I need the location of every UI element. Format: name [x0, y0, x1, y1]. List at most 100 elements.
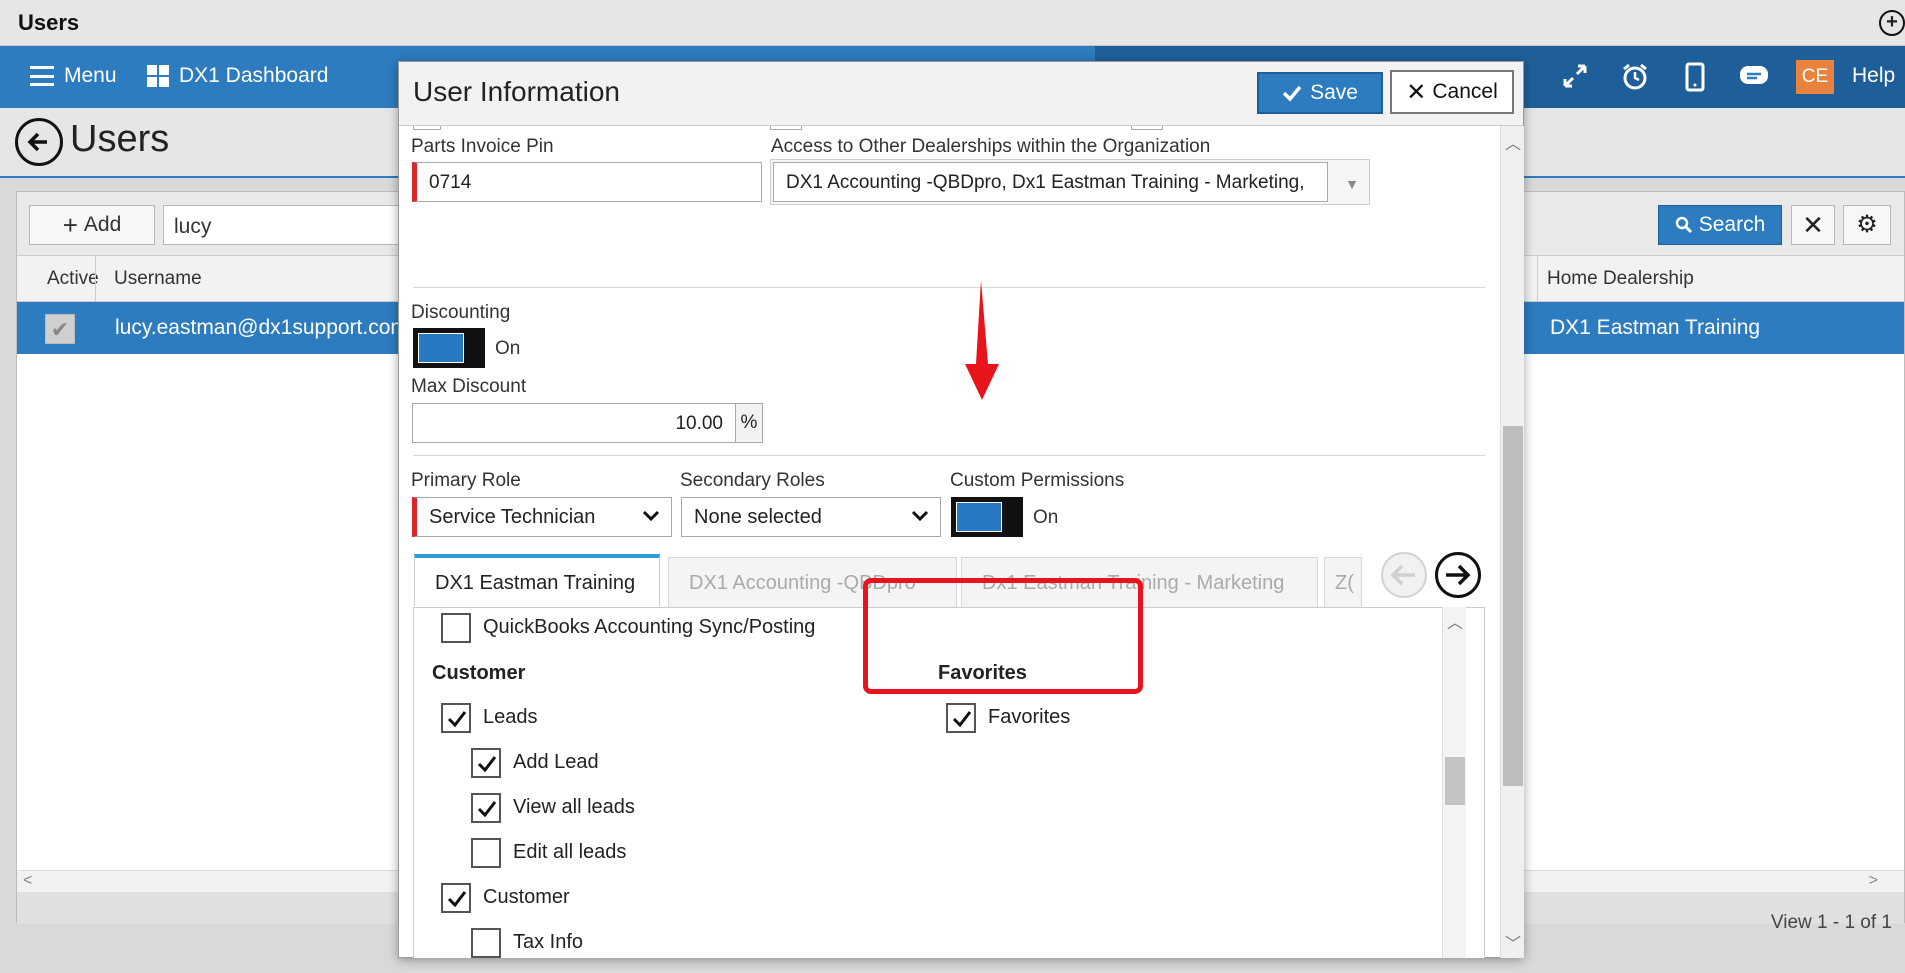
- clear-search-button[interactable]: ✕: [1791, 205, 1835, 245]
- column-divider: [1537, 256, 1538, 302]
- view-all-leads-checkbox[interactable]: [471, 793, 501, 823]
- chat-icon[interactable]: [1738, 62, 1768, 92]
- active-checkbox: ✔: [45, 314, 75, 344]
- tab-more[interactable]: Z(: [1324, 557, 1362, 609]
- dialog-header: User Information Save ✕ Cancel: [399, 62, 1523, 126]
- tab-prev-button[interactable]: [1381, 552, 1427, 598]
- expand-icon[interactable]: [1560, 62, 1590, 92]
- plus-icon: +: [62, 209, 78, 240]
- quickbooks-checkbox[interactable]: [441, 613, 471, 643]
- back-arrow-icon[interactable]: [15, 118, 63, 166]
- secondary-roles-select[interactable]: None selected: [681, 497, 941, 537]
- tab-next-button[interactable]: [1435, 552, 1481, 598]
- max-discount-label: Max Discount: [411, 376, 527, 397]
- custom-permissions-toggle[interactable]: [951, 497, 1023, 537]
- close-icon: ✕: [1406, 78, 1427, 106]
- clipped-control: [413, 126, 441, 130]
- check-icon: [447, 711, 467, 728]
- window-titlebar: Users +: [0, 0, 1905, 46]
- annotation-highlight-box: [863, 578, 1143, 694]
- secondary-roles-label: Secondary Roles: [680, 470, 825, 491]
- dashboard-link[interactable]: DX1 Dashboard: [147, 64, 328, 88]
- chevron-down-icon: [911, 510, 929, 522]
- add-tab-icon[interactable]: +: [1879, 10, 1905, 36]
- divider: [413, 455, 1485, 456]
- add-user-button[interactable]: + Add: [29, 205, 155, 245]
- menu-button[interactable]: Menu: [30, 64, 117, 88]
- scroll-up-icon[interactable]: ︿: [1447, 609, 1463, 633]
- column-username[interactable]: Username: [114, 268, 202, 290]
- percent-addon: %: [735, 403, 763, 443]
- check-icon: [952, 711, 972, 728]
- custom-permissions-state: On: [1033, 507, 1059, 528]
- favorites-checkbox[interactable]: [946, 703, 976, 733]
- parts-pin-input[interactable]: 0714: [412, 162, 762, 202]
- custom-permissions-label: Custom Permissions: [950, 470, 1125, 491]
- access-dealerships-select[interactable]: DX1 Accounting -QBDpro, Dx1 Eastman Trai…: [770, 159, 1370, 205]
- divider: [413, 287, 1485, 288]
- search-button[interactable]: Search: [1658, 205, 1782, 245]
- grid-settings-button[interactable]: ⚙: [1843, 205, 1891, 245]
- leads-checkbox[interactable]: [441, 703, 471, 733]
- add-label: Add: [83, 213, 122, 236]
- primary-role-value: Service Technician: [429, 506, 596, 528]
- customer-section-heading: Customer: [432, 662, 526, 684]
- discounting-toggle[interactable]: [413, 328, 485, 368]
- check-icon: [477, 801, 497, 818]
- hamburger-icon: [30, 66, 54, 86]
- customer-checkbox[interactable]: [441, 883, 471, 913]
- scroll-thumb[interactable]: [1445, 757, 1465, 805]
- add-lead-checkbox[interactable]: [471, 748, 501, 778]
- add-lead-label: Add Lead: [513, 751, 599, 773]
- scroll-right-icon[interactable]: >: [1869, 872, 1878, 890]
- save-button[interactable]: Save: [1257, 72, 1383, 114]
- edit-all-leads-label: Edit all leads: [513, 841, 627, 863]
- search-label: Search: [1698, 213, 1766, 236]
- check-icon: [447, 891, 467, 908]
- secondary-roles-value: None selected: [694, 506, 822, 528]
- column-active[interactable]: Active: [47, 268, 99, 290]
- view-all-leads-label: View all leads: [513, 796, 635, 818]
- tab-dx1-eastman-training[interactable]: DX1 Eastman Training: [414, 554, 660, 606]
- column-home-dealership[interactable]: Home Dealership: [1547, 268, 1694, 290]
- scroll-down-icon[interactable]: ﹀: [1505, 930, 1521, 954]
- leads-label: Leads: [483, 706, 538, 728]
- favorites-label: Favorites: [988, 706, 1071, 728]
- dashboard-grid-icon: [147, 65, 169, 87]
- permissions-scrollbar[interactable]: ︿: [1442, 607, 1466, 958]
- pager-text: View 1 - 1 of 1: [1770, 912, 1892, 933]
- primary-role-select[interactable]: Service Technician: [412, 497, 672, 537]
- dialog-body: Parts Invoice Pin 0714 Access to Other D…: [399, 126, 1499, 958]
- quickbooks-label: QuickBooks Accounting Sync/Posting: [483, 616, 816, 638]
- discounting-label: Discounting: [411, 302, 511, 323]
- help-link[interactable]: Help: [1852, 64, 1895, 88]
- parts-pin-label: Parts Invoice Pin: [411, 136, 554, 157]
- scroll-up-icon[interactable]: ︿: [1505, 130, 1521, 154]
- search-icon: [1675, 216, 1692, 234]
- primary-role-label: Primary Role: [411, 470, 521, 491]
- scroll-thumb[interactable]: [1503, 426, 1523, 786]
- tax-info-checkbox[interactable]: [471, 928, 501, 958]
- row-home-dealership: DX1 Eastman Training: [1550, 316, 1761, 339]
- arrow-right-icon: [1446, 564, 1471, 586]
- dialog-scrollbar[interactable]: ︿ ﹀: [1500, 126, 1524, 958]
- check-icon: [477, 756, 497, 773]
- scroll-left-icon[interactable]: <: [23, 872, 32, 890]
- edit-all-leads-checkbox[interactable]: [471, 838, 501, 868]
- user-information-dialog: User Information Save ✕ Cancel Parts Inv…: [398, 61, 1524, 958]
- row-username: lucy.eastman@dx1support.com: [115, 316, 408, 339]
- mobile-icon[interactable]: [1680, 62, 1710, 92]
- chevron-down-icon: [642, 510, 660, 522]
- menu-label: Menu: [64, 64, 117, 87]
- dashboard-label: DX1 Dashboard: [179, 64, 329, 87]
- page-title: Users: [70, 118, 170, 160]
- caret-down-icon: ▼: [1345, 176, 1359, 192]
- access-dealerships-label: Access to Other Dealerships within the O…: [771, 136, 1211, 157]
- max-discount-input[interactable]: 10.00: [412, 403, 736, 443]
- save-label: Save: [1310, 81, 1358, 104]
- alarm-icon[interactable]: [1620, 62, 1650, 92]
- close-icon: ✕: [1802, 210, 1824, 240]
- user-avatar[interactable]: CE: [1796, 60, 1834, 94]
- column-divider: [95, 256, 96, 302]
- cancel-button[interactable]: ✕ Cancel: [1390, 70, 1514, 114]
